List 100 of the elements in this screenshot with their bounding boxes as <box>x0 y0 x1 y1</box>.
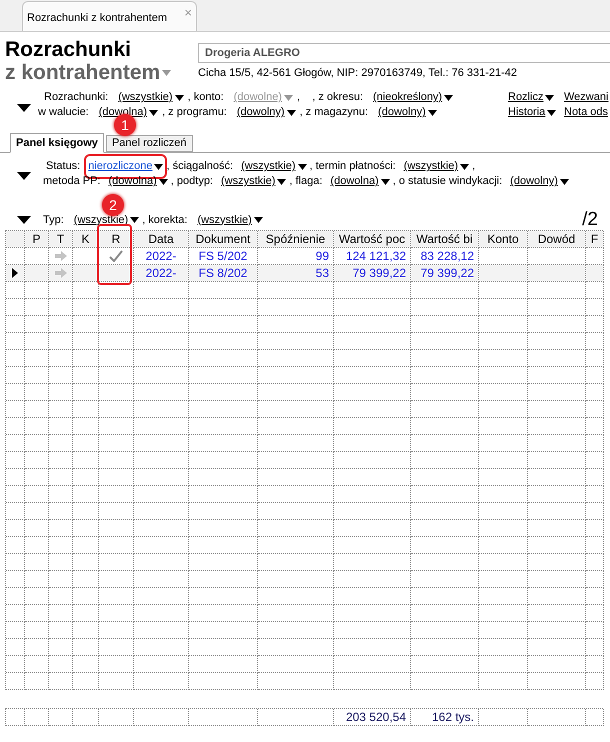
empty-cell <box>411 520 479 537</box>
column-header[interactable]: Wartość bi <box>411 231 479 248</box>
filter-dropdown[interactable]: (wszystkie) <box>221 173 286 190</box>
annotation-marker: 2 <box>102 194 124 216</box>
action-link[interactable]: Rozlicz <box>508 90 564 105</box>
filter-dropdown[interactable]: (dowolny) <box>378 104 437 121</box>
empty-cell <box>586 605 604 622</box>
page-subtitle[interactable]: z kontrahentem <box>5 61 198 84</box>
caret-icon <box>277 178 286 184</box>
column-header[interactable]: Dowód <box>528 231 586 248</box>
caret-icon <box>174 94 184 100</box>
empty-cell <box>25 282 49 299</box>
filter-dropdown[interactable]: (wszystkie) <box>118 89 184 106</box>
empty-cell <box>479 639 528 656</box>
collapse-toggle-icon[interactable] <box>17 104 31 112</box>
empty-cell <box>189 537 258 554</box>
empty-cell <box>479 571 528 588</box>
empty-cell <box>528 554 586 571</box>
empty-cell <box>6 520 25 537</box>
empty-cell <box>49 571 73 588</box>
column-header[interactable]: T <box>49 231 73 248</box>
filter-label: Typ: <box>43 212 64 228</box>
empty-cell <box>134 333 189 350</box>
empty-cell <box>586 316 604 333</box>
empty-cell <box>73 605 99 622</box>
arrow-icon <box>54 268 66 278</box>
empty-cell <box>49 554 73 571</box>
panel-tab[interactable]: Panel rozliczeń <box>106 135 193 152</box>
column-header[interactable]: P <box>25 231 49 248</box>
filter-label: , z magazynu: <box>300 105 368 120</box>
filter-dropdown[interactable]: (nieokreślony) <box>373 89 454 106</box>
empty-cell <box>6 350 25 367</box>
empty-cell <box>586 554 604 571</box>
empty-cell <box>189 367 258 384</box>
empty-cell <box>528 367 586 384</box>
empty-cell <box>528 469 586 486</box>
empty-cell <box>134 486 189 503</box>
current-row-icon <box>12 268 18 278</box>
filter-label: , flaga: <box>289 174 322 190</box>
empty-cell <box>25 520 49 537</box>
empty-cell <box>49 486 73 503</box>
empty-cell <box>189 571 258 588</box>
caret-icon <box>162 70 172 76</box>
empty-cell <box>411 486 479 503</box>
filter-dropdown[interactable]: nierozliczone <box>88 158 164 175</box>
empty-cell <box>25 673 49 690</box>
collapse-toggle-icon[interactable] <box>17 172 31 180</box>
empty-cell <box>99 537 134 554</box>
empty-cell <box>411 639 479 656</box>
column-header[interactable]: Wartość poc <box>334 231 411 248</box>
window-tab[interactable]: Rozrachunki z kontrahentem × <box>22 1 197 31</box>
empty-cell <box>73 333 99 350</box>
filter-dropdown[interactable]: (wszystkie) <box>197 212 263 228</box>
table-cell: FS 8/202 <box>189 265 258 282</box>
empty-cell <box>25 384 49 401</box>
empty-cell <box>528 282 586 299</box>
filter-label: , korekta: <box>142 212 188 228</box>
column-header[interactable]: F <box>586 231 604 248</box>
empty-cell <box>99 452 134 469</box>
action-link[interactable]: Nota ods <box>564 105 610 120</box>
filter-dropdown[interactable]: (wszystkie) <box>404 158 470 175</box>
column-header[interactable]: Dokument <box>189 231 258 248</box>
empty-cell <box>411 605 479 622</box>
empty-cell <box>99 656 134 673</box>
column-header[interactable]: Spóźnienie <box>258 231 334 248</box>
empty-cell <box>479 554 528 571</box>
empty-cell <box>528 435 586 452</box>
column-header[interactable]: Konto <box>479 231 528 248</box>
empty-cell <box>586 709 604 726</box>
action-link[interactable]: Wezwani <box>564 90 610 105</box>
empty-cell <box>6 418 25 435</box>
empty-cell <box>134 350 189 367</box>
column-header[interactable]: Data <box>134 231 189 248</box>
empty-cell <box>73 486 99 503</box>
empty-cell <box>528 503 586 520</box>
filter-dropdown[interactable]: (dowolna) <box>108 173 168 190</box>
column-header[interactable]: K <box>73 231 99 248</box>
contractor-field[interactable]: Drogeria ALEGRO <box>198 43 610 63</box>
empty-cell <box>49 605 73 622</box>
empty-cell <box>99 520 134 537</box>
record-count: /2 <box>582 208 598 232</box>
empty-cell <box>25 486 49 503</box>
empty-cell <box>479 384 528 401</box>
filter-label: Rozrachunki: <box>44 90 108 106</box>
contractor-address: Cicha 15/5, 42-561 Głogów, NIP: 2970163749, Tel.: 76 331-21-42 <box>198 66 518 81</box>
filter-dropdown[interactable]: (dowolny) <box>236 104 296 121</box>
filter-dropdown[interactable]: (dowolny) <box>510 173 569 190</box>
empty-cell <box>189 469 258 486</box>
empty-cell <box>479 282 528 299</box>
empty-cell <box>479 709 528 726</box>
action-link[interactable]: Historia <box>508 105 564 120</box>
column-header[interactable]: R <box>99 231 134 248</box>
filter-dropdown[interactable]: (dowolna) <box>330 173 390 190</box>
filter-dropdown[interactable]: (wszystkie) <box>241 158 306 175</box>
collapse-toggle-icon[interactable] <box>17 216 31 224</box>
panel-tab[interactable]: Panel księgowy <box>10 133 104 153</box>
empty-cell <box>586 503 604 520</box>
empty-cell <box>49 588 73 605</box>
empty-cell <box>134 452 189 469</box>
empty-cell <box>25 588 49 605</box>
